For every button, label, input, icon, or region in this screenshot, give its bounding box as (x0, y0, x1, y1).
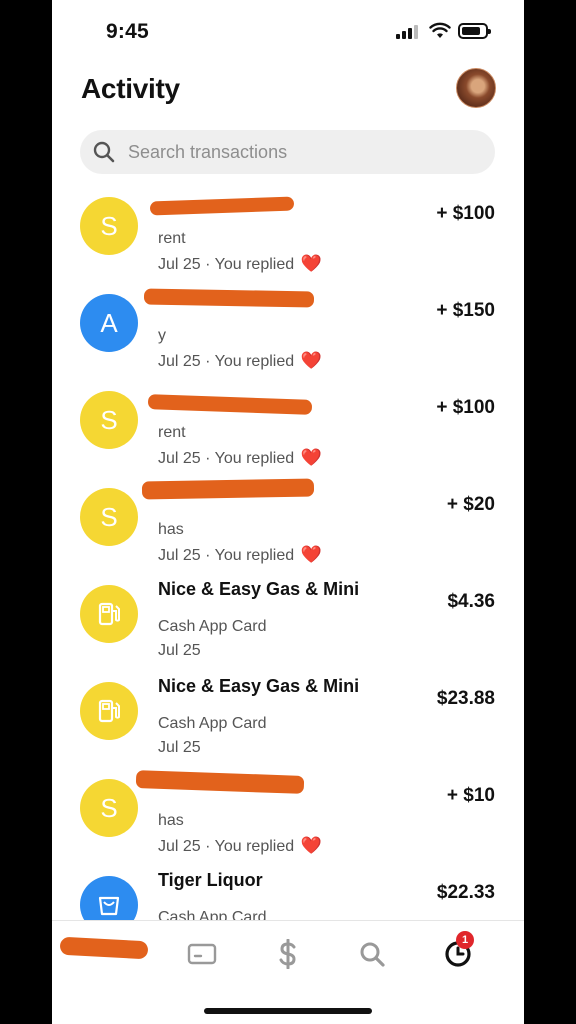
reply-status: You replied (214, 547, 295, 564)
transaction-row[interactable]: S rent Jul 25 · You replied ❤️ + $100 (52, 183, 524, 280)
search-icon (360, 942, 385, 967)
contact-initial-avatar: S (80, 197, 138, 255)
card-icon (187, 943, 217, 965)
transaction-date: Jul 25 (158, 838, 201, 855)
search-icon (93, 141, 115, 163)
gas-station-icon (98, 699, 120, 723)
transaction-amount: $23.88 (436, 688, 495, 709)
activity-tab[interactable]: 1 (438, 931, 478, 971)
heart-icon: ❤️ (300, 254, 322, 273)
transaction-meta: Jul 25 · You replied ❤️ (158, 351, 322, 370)
merchant-name: Nice & Easy Gas & Mini (158, 676, 360, 696)
heart-icon: ❤️ (300, 836, 322, 855)
transaction-row[interactable]: A y Jul 25 · You replied ❤️ + $150 (52, 280, 524, 377)
page-title: Activity (81, 73, 180, 104)
transaction-meta: Jul 25 · You replied ❤️ (158, 836, 322, 855)
reply-status: You replied (214, 256, 295, 273)
contact-initial-avatar: S (80, 488, 138, 546)
shopping-bag-icon (98, 896, 120, 916)
dollar-icon (279, 939, 296, 969)
notification-badge: 1 (456, 931, 474, 949)
home-indicator[interactable] (204, 1008, 372, 1014)
transaction-meta: Jul 25 · You replied ❤️ (158, 254, 322, 273)
transaction-note: Cash App Card (158, 715, 267, 732)
transaction-date: Jul 25 (158, 739, 201, 756)
transaction-note: y (158, 327, 166, 344)
reply-status: You replied (214, 450, 295, 467)
redacted-name (143, 288, 315, 308)
search-input[interactable] (128, 130, 478, 174)
transaction-note: Cash App Card (158, 618, 267, 635)
merchant-avatar (80, 876, 138, 921)
card-tab[interactable] (182, 937, 222, 971)
status-time: 9:45 (106, 20, 149, 43)
transaction-amount: + $100 (436, 397, 495, 418)
heart-icon: ❤️ (300, 351, 322, 370)
discover-tab[interactable] (352, 937, 392, 971)
redacted-name (149, 196, 295, 216)
contact-initial-avatar: A (80, 294, 138, 352)
transaction-row[interactable]: Tiger Liquor Cash App Card $22.33 (52, 862, 524, 921)
transaction-date: Jul 25 (158, 353, 201, 370)
pay-tab[interactable] (268, 937, 308, 971)
transaction-date: Jul 25 (158, 642, 201, 659)
phone-screen: 9:45 Activity S rent Jul 25 · You replie… (52, 0, 524, 1024)
transaction-note: has (158, 521, 184, 538)
transaction-row[interactable]: S has Jul 25 · You replied ❤️ + $20 (52, 474, 524, 571)
reply-status: You replied (214, 353, 295, 370)
transaction-meta: Jul 25 · You replied ❤️ (158, 448, 322, 467)
contact-initial-avatar: S (80, 391, 138, 449)
battery-icon (458, 23, 491, 39)
transaction-amount: + $100 (436, 203, 495, 224)
heart-icon: ❤️ (300, 545, 322, 564)
transaction-row[interactable]: Nice & Easy Gas & Mini Cash App Card Jul… (52, 668, 524, 765)
transaction-row[interactable]: Nice & Easy Gas & Mini Cash App Card Jul… (52, 571, 524, 668)
merchant-name: Nice & Easy Gas & Mini (158, 579, 360, 599)
transaction-row[interactable]: S has Jul 25 · You replied ❤️ + $10 (52, 765, 524, 862)
redacted-name (147, 394, 313, 415)
heart-icon: ❤️ (300, 448, 322, 467)
transaction-date: Jul 25 (158, 450, 201, 467)
transaction-amount: $22.33 (436, 882, 495, 903)
status-bar: 9:45 (52, 0, 524, 60)
transaction-date: Jul 25 (158, 547, 201, 564)
wifi-icon (429, 22, 451, 38)
transaction-list: S rent Jul 25 · You replied ❤️ + $100 A … (52, 183, 524, 921)
transaction-note: has (158, 812, 184, 829)
transaction-date: Jul 25 (158, 256, 201, 273)
cellular-signal-icon (396, 25, 420, 39)
transaction-amount: + $10 (446, 785, 495, 806)
transaction-amount: + $20 (446, 494, 495, 515)
transaction-row[interactable]: S rent Jul 25 · You replied ❤️ + $100 (52, 377, 524, 474)
redacted-name (141, 478, 315, 500)
reply-status: You replied (214, 838, 295, 855)
redacted-name (135, 770, 305, 794)
profile-avatar[interactable] (456, 68, 496, 108)
gas-station-icon (98, 602, 120, 626)
transaction-note: rent (158, 230, 186, 247)
money-tab-icon[interactable] (59, 936, 149, 960)
transaction-amount: + $150 (436, 300, 495, 321)
merchant-name: Tiger Liquor (158, 870, 263, 890)
transaction-amount: $4.36 (447, 591, 495, 612)
search-bar[interactable] (80, 130, 495, 174)
merchant-avatar (80, 682, 138, 740)
transaction-meta: Jul 25 · You replied ❤️ (158, 545, 322, 564)
contact-initial-avatar: S (80, 779, 138, 837)
merchant-avatar (80, 585, 138, 643)
transaction-note: rent (158, 424, 186, 441)
